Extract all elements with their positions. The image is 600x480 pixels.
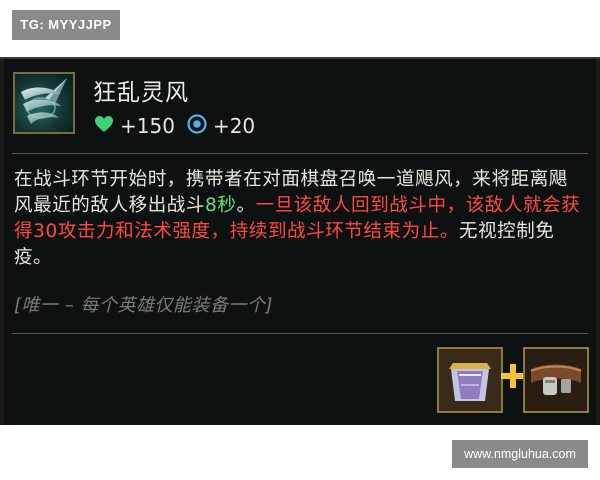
- item-recipe: [437, 347, 589, 415]
- tornado-wing-icon: [13, 72, 75, 134]
- health-stat-value: +150: [120, 114, 175, 138]
- negatron-cloak-icon[interactable]: [437, 347, 503, 413]
- mana-orb-icon: [187, 113, 207, 139]
- item-description: 在战斗环节开始时，携带者在对面棋盘召唤一道飓风，来将距离飓风最近的敌人移出战斗8…: [14, 167, 586, 271]
- giants-belt-icon[interactable]: [523, 347, 589, 413]
- heart-icon: [94, 114, 114, 138]
- item-name: 狂乱灵风: [93, 80, 189, 106]
- description-text: 。: [236, 195, 256, 216]
- item-stats: +150 +20: [94, 113, 267, 139]
- item-tooltip: 狂乱灵风 +150 +20 在战斗环节开始时，携带者在对面棋盘召唤一道飓风，来将…: [0, 57, 600, 425]
- mana-stat-value: +20: [212, 114, 256, 138]
- divider: [12, 153, 588, 154]
- bottom-watermark: www.nmgluhua.com: [452, 440, 588, 468]
- unique-note: [唯一 – 每个英雄仅能装备一个]: [14, 295, 273, 316]
- divider: [12, 333, 588, 334]
- top-watermark: TG: MYYJJPP: [12, 10, 120, 40]
- duration-highlight: 8秒: [205, 195, 237, 216]
